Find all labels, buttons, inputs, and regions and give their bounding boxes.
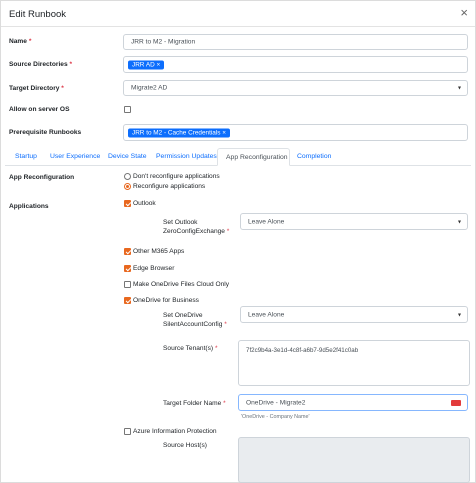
tab-completion[interactable]: Completion: [297, 148, 331, 166]
edit-runbook-dialog: Edit Runbook × Name * JRR to M2 - Migrat…: [0, 0, 476, 483]
azure-ip-checkbox[interactable]: [124, 428, 131, 435]
onedrive-setting-label: Set OneDrive SilentAccountConfig *: [163, 312, 227, 328]
other-m365-checkbox[interactable]: [124, 248, 131, 255]
prerequisite-runbooks-label: Prerequisite Runbooks: [9, 129, 82, 136]
tab-permission-updates[interactable]: Permission Updates: [156, 148, 217, 166]
app-reconfiguration-label: App Reconfiguration: [9, 174, 75, 181]
target-folder-input[interactable]: OneDrive - Migrate2: [238, 394, 468, 411]
target-folder-hint: 'OneDrive - Company Name': [241, 414, 310, 420]
runbook-tabs: Startup User Experience Device State Per…: [5, 148, 471, 166]
source-tenant-value: 7f2c9b4a-3e1d-4c8f-a6b7-9d5e2f41c0ab: [246, 347, 359, 354]
edge-browser-label: Edge Browser: [133, 265, 175, 272]
chevron-down-icon: ▾: [457, 85, 461, 92]
onedrive-business-checkbox[interactable]: [124, 297, 131, 304]
applications-label: Applications: [9, 203, 49, 210]
tab-app-reconfiguration[interactable]: App Reconfiguration: [217, 148, 290, 166]
source-directories-input[interactable]: JRR AD ×: [123, 56, 468, 73]
prerequisite-runbooks-input[interactable]: JRR to M2 - Cache Credentials ×: [123, 124, 468, 141]
other-m365-label: Other M365 Apps: [133, 248, 185, 255]
name-label: Name *: [9, 38, 32, 45]
chevron-down-icon: ▾: [457, 219, 461, 225]
outlook-setting-label: Set Outlook ZeroConfigExchange *: [163, 219, 230, 235]
onedrive-silentaccount-value: Leave Alone: [248, 311, 285, 318]
name-input[interactable]: JRR to M2 - Migration: [123, 34, 468, 50]
outlook-zeroconfig-value: Leave Alone: [248, 218, 285, 225]
source-hosts-label: Source Host(s): [163, 442, 207, 449]
target-directory-select[interactable]: Migrate2 AD ▾: [123, 80, 468, 96]
onedrive-silentaccount-select[interactable]: Leave Alone ▾: [240, 306, 468, 323]
outlook-checkbox[interactable]: [124, 200, 131, 207]
reconfigure-label: Reconfigure applications: [133, 183, 206, 190]
source-directory-tag[interactable]: JRR AD ×: [128, 60, 165, 69]
dont-reconfigure-label: Don't reconfigure applications: [133, 173, 220, 180]
tab-startup[interactable]: Startup: [15, 148, 37, 166]
dont-reconfigure-radio[interactable]: [124, 173, 131, 180]
source-hosts-textarea[interactable]: [238, 437, 470, 483]
source-tenant-label: Source Tenant(s) *: [163, 345, 218, 352]
chevron-down-icon: ▾: [457, 312, 461, 318]
onedrive-cloud-only-checkbox[interactable]: [124, 281, 131, 288]
tab-user-experience[interactable]: User Experience: [50, 148, 100, 166]
target-directory-label: Target Directory *: [9, 85, 64, 92]
target-directory-value: Migrate2 AD: [131, 84, 168, 92]
name-value: JRR to M2 - Migration: [131, 38, 196, 46]
azure-ip-label: Azure Information Protection: [133, 428, 217, 435]
autofill-icon[interactable]: [451, 399, 461, 406]
allow-server-os-label: Allow on server OS: [9, 106, 70, 113]
target-folder-value: OneDrive - Migrate2: [246, 399, 306, 406]
reconfigure-radio[interactable]: [124, 183, 131, 190]
outlook-label: Outlook: [133, 200, 156, 207]
source-tenant-textarea[interactable]: 7f2c9b4a-3e1d-4c8f-a6b7-9d5e2f41c0ab: [238, 340, 470, 386]
close-icon[interactable]: ×: [460, 6, 468, 19]
dialog-title: Edit Runbook: [9, 9, 67, 20]
allow-server-os-checkbox[interactable]: [124, 106, 131, 113]
source-directories-label: Source Directories *: [9, 61, 73, 68]
onedrive-business-label: OneDrive for Business: [133, 297, 199, 304]
target-folder-label: Target Folder Name *: [163, 400, 226, 407]
tab-device-state[interactable]: Device State: [108, 148, 147, 166]
onedrive-cloud-only-label: Make OneDrive Files Cloud Only: [133, 281, 230, 288]
outlook-zeroconfig-select[interactable]: Leave Alone ▾: [240, 213, 468, 230]
prerequisite-runbook-tag[interactable]: JRR to M2 - Cache Credentials ×: [128, 128, 230, 137]
dialog-header: Edit Runbook ×: [1, 1, 475, 27]
edge-browser-checkbox[interactable]: [124, 265, 131, 272]
